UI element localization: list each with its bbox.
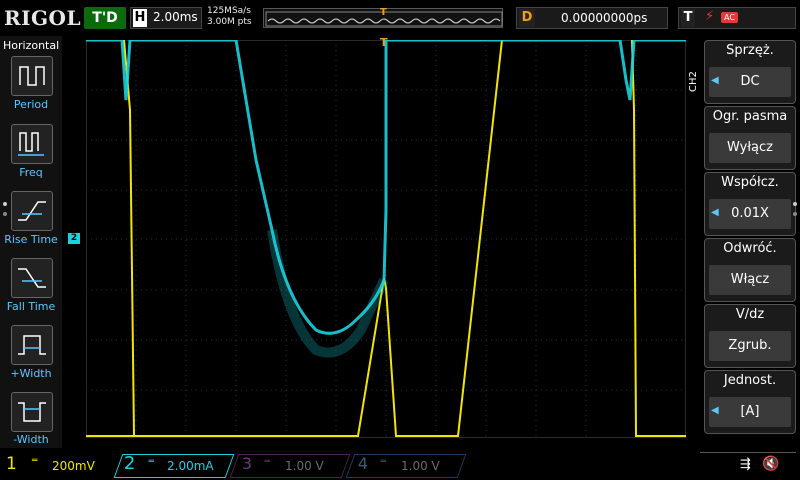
trigger-tag: T xyxy=(681,9,695,27)
delay-tag: D xyxy=(519,9,535,27)
status-icons: ⇶ 🔇 xyxy=(700,452,796,478)
trigger-status[interactable]: T ⚡ AC xyxy=(678,7,796,29)
ch2-offset-marker[interactable]: 2 xyxy=(68,233,80,244)
left-menu-title: Horizontal xyxy=(3,39,60,52)
delay-value: 0.00000000ps xyxy=(561,11,648,25)
bandwidth-limit-item[interactable]: Ogr. pasma Wyłącz xyxy=(704,106,796,170)
volts-div-value: Zgrub. xyxy=(709,331,791,361)
waveform-display[interactable]: T xyxy=(85,36,687,439)
probe-ratio-header: Współcz. xyxy=(721,175,779,190)
waveform-canvas xyxy=(85,38,687,439)
ch4-status[interactable]: 4 ═ 1.00 V xyxy=(345,454,467,478)
ch2-dc-coupling-icon: ═ xyxy=(148,457,154,467)
coupling-header: Sprzęż. xyxy=(726,43,774,58)
timebase-value: 2.00ms xyxy=(153,10,198,24)
ch2-status[interactable]: 2 ═ 2.00mA xyxy=(113,453,235,478)
neg-width-button[interactable] xyxy=(11,392,53,432)
freq-label: Freq xyxy=(19,166,43,179)
coupling-arrow-icon: ◀ xyxy=(711,75,719,86)
trigger-position-marker[interactable]: T xyxy=(380,36,388,49)
speaker-mute-icon[interactable]: 🔇 xyxy=(762,456,779,472)
pos-width-button[interactable] xyxy=(11,325,53,365)
ch4-scale: 1.00 V xyxy=(401,459,440,473)
run-state-indicator[interactable]: T'D xyxy=(84,7,126,29)
fall-time-label: Fall Time xyxy=(6,300,56,313)
brand-logo: RIGOL xyxy=(4,6,82,30)
trigger-source: AC xyxy=(721,12,738,23)
fall-time-icon xyxy=(18,268,46,288)
bandwidth-limit-value: Wyłącz xyxy=(709,133,791,163)
unit-item[interactable]: Jednost. [A] ◀ xyxy=(704,370,796,434)
invert-header: Odwróć. xyxy=(723,241,777,256)
neg-width-label: -Width xyxy=(13,433,49,446)
ch1-status[interactable]: 1 ═ 200mV xyxy=(4,454,112,476)
freq-button[interactable] xyxy=(11,124,53,164)
ch3-number: 3 xyxy=(241,454,253,473)
period-label: Period xyxy=(13,98,49,111)
probe-ratio-value: 0.01X xyxy=(709,199,791,229)
volts-div-header: V/dz xyxy=(735,307,765,322)
ch4-dc-coupling-icon: ═ xyxy=(380,457,386,467)
ch3-status[interactable]: 3 ═ 1.00 V xyxy=(229,454,351,478)
period-icon xyxy=(19,66,45,86)
unit-arrow-icon: ◀ xyxy=(711,405,719,416)
pos-width-icon xyxy=(18,335,46,355)
ch2-label-text: CH2 xyxy=(688,71,699,92)
usb-icon: ⇶ xyxy=(740,457,751,472)
coupling-item[interactable]: Sprzęż. DC ◀ xyxy=(704,40,796,104)
probe-ratio-arrow-icon: ◀ xyxy=(711,207,719,218)
rise-time-icon xyxy=(18,201,46,221)
rising-edge-icon: ⚡ xyxy=(705,9,715,24)
horizontal-tag: H xyxy=(133,9,147,27)
neg-width-icon xyxy=(18,402,46,422)
invert-item[interactable]: Odwróć. Włącz xyxy=(704,238,796,302)
invert-value: Włącz xyxy=(709,265,791,295)
channel-menu: Sprzęż. DC ◀ Ogr. pasma Wyłącz Współcz. … xyxy=(700,36,800,448)
bandwidth-limit-header: Ogr. pasma xyxy=(712,109,788,124)
memory-overview: T xyxy=(263,7,503,28)
ch3-scale: 1.00 V xyxy=(285,459,324,473)
acquisition-info: 125MSa/s 3.00M pts xyxy=(207,6,252,28)
rise-time-button[interactable] xyxy=(11,191,53,231)
top-status-bar: RIGOL T'D H 2.00ms 125MSa/s 3.00M pts T … xyxy=(0,0,800,36)
ch3-dc-coupling-icon: ═ xyxy=(264,457,270,467)
memory-depth: 3.00M pts xyxy=(207,17,252,27)
horizontal-delay[interactable]: D 0.00000000ps xyxy=(516,7,668,29)
unit-header: Jednost. xyxy=(723,373,777,388)
volts-div-item[interactable]: V/dz Zgrub. xyxy=(704,304,796,368)
left-panel-page-dots xyxy=(2,198,8,228)
right-panel-page-dots xyxy=(792,200,798,220)
horizontal-timebase[interactable]: H 2.00ms xyxy=(130,7,202,29)
sample-rate: 125MSa/s xyxy=(207,6,251,16)
freq-icon xyxy=(18,132,44,156)
ch4-number: 4 xyxy=(357,454,369,473)
probe-ratio-item[interactable]: Współcz. 0.01X ◀ xyxy=(704,172,796,236)
unit-value: [A] xyxy=(709,397,791,427)
ch1-dc-coupling-icon: ═ xyxy=(32,456,38,466)
coupling-value: DC xyxy=(709,67,791,97)
period-button[interactable] xyxy=(11,56,53,96)
ch1-number: 1 xyxy=(6,454,17,474)
rise-time-label: Rise Time xyxy=(4,233,58,246)
ch2-number: 2 xyxy=(123,453,136,474)
horizontal-measure-menu: Horizontal Period Freq Rise Time Fall Ti… xyxy=(0,36,62,448)
memory-trigger-marker: T xyxy=(380,7,387,18)
channel-status-bar: 1 ═ 200mV 2 ═ 2.00mA 3 ═ 1.00 V 4 ═ 1.00… xyxy=(0,448,800,480)
ch1-scale: 200mV xyxy=(52,459,95,473)
pos-width-label: +Width xyxy=(10,367,52,380)
fall-time-button[interactable] xyxy=(11,258,53,298)
ch2-scale: 2.00mA xyxy=(167,459,214,473)
